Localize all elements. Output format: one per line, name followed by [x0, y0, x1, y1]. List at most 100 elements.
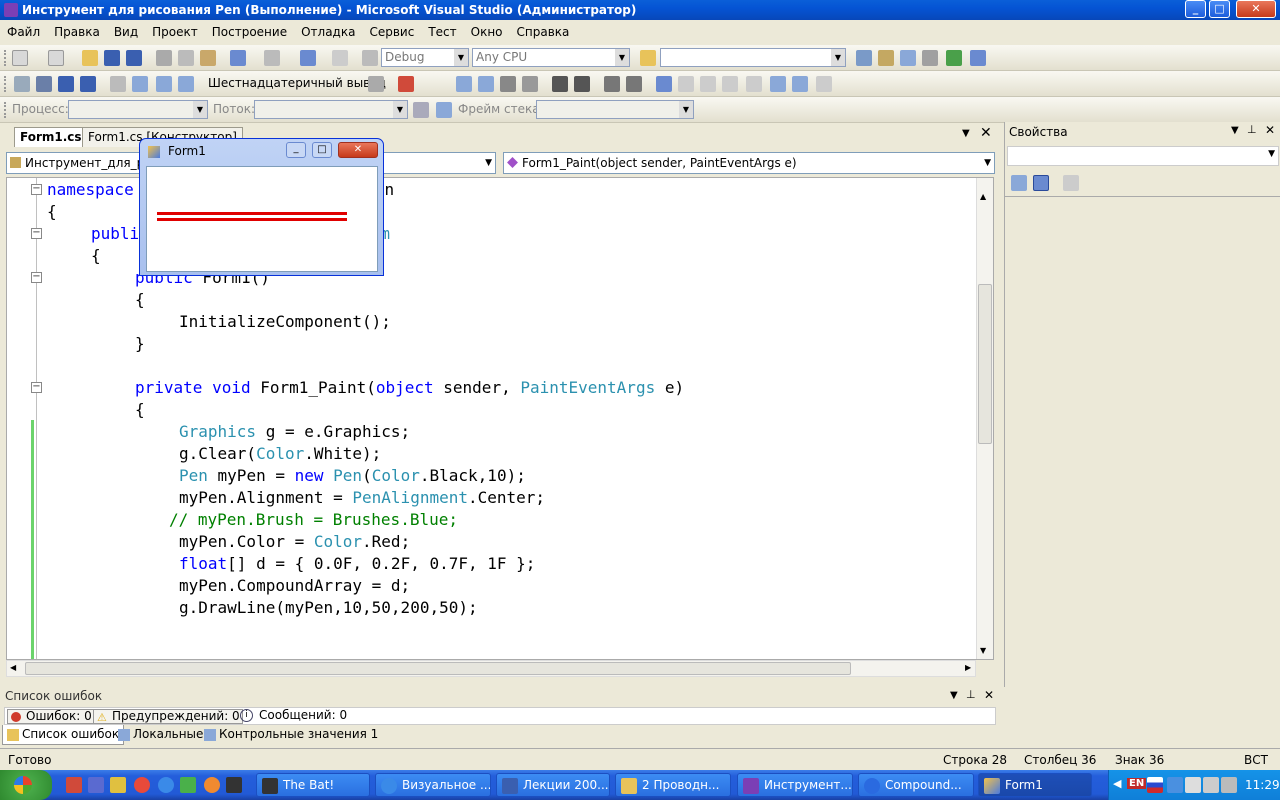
save-icon[interactable]	[104, 50, 120, 66]
prev-file-icon[interactable]	[770, 76, 786, 92]
step-into-icon[interactable]	[132, 76, 148, 92]
internet-explorer-icon[interactable]	[158, 777, 174, 793]
categorized-icon[interactable]	[1011, 175, 1027, 191]
chevron-down-icon[interactable]: ▼	[950, 690, 958, 701]
quicklaunch-icon-6[interactable]	[180, 777, 196, 793]
close-icon[interactable]: ✕	[984, 688, 994, 702]
quicklaunch-icon-4[interactable]	[134, 777, 150, 793]
errors-filter-button[interactable]: Ошибок: 0	[7, 709, 95, 724]
quicklaunch-icon-2[interactable]	[88, 777, 104, 793]
navigate-backward-icon[interactable]	[300, 50, 316, 66]
quicklaunch-icon-8[interactable]	[226, 777, 242, 793]
open-icon[interactable]	[82, 50, 98, 66]
toolbar-grip[interactable]	[4, 50, 7, 66]
taskbar-item-the-bat[interactable]: The Bat!	[256, 773, 370, 797]
tray-expand-icon[interactable]: ◀	[1113, 777, 1121, 790]
pin-icon[interactable]: ⊥	[966, 688, 976, 701]
form-maximize-button[interactable]: □	[312, 142, 332, 158]
taskbar-item-compound[interactable]: Compound...	[858, 773, 974, 797]
prev-bookmark-icon[interactable]	[678, 76, 694, 92]
property-pages-icon[interactable]	[1063, 175, 1079, 191]
quicklaunch-icon-1[interactable]	[66, 777, 82, 793]
clock[interactable]: 11:29	[1245, 778, 1280, 792]
flag-icon[interactable]	[436, 102, 452, 118]
toolbar-grip[interactable]	[4, 76, 7, 92]
close-button[interactable]: ✕	[1236, 0, 1276, 18]
restart-icon[interactable]	[80, 76, 96, 92]
menu-help[interactable]: Справка	[510, 21, 577, 43]
navigate-forward-icon[interactable]	[332, 50, 348, 66]
pin-icon[interactable]: ⊥	[1247, 123, 1257, 136]
find-in-files-icon[interactable]	[640, 50, 656, 66]
collapse-icon[interactable]: −	[31, 272, 42, 283]
horizontal-scrollbar[interactable]: ◀ ▶	[6, 660, 976, 677]
taskbar-item-lectures[interactable]: Лекции 200...	[496, 773, 610, 797]
close-tab-icon[interactable]: ✕	[980, 125, 992, 141]
layout-icon[interactable]	[478, 76, 494, 92]
next-file-icon[interactable]	[792, 76, 808, 92]
hex-option-icon[interactable]	[368, 76, 384, 92]
start-page-icon[interactable]	[946, 50, 962, 66]
process-dropdown[interactable]: ▼	[68, 100, 208, 119]
form1-window[interactable]: Form1 _ □ ✕	[139, 138, 384, 276]
menu-window[interactable]: Окно	[464, 21, 510, 43]
clear-bookmarks-icon[interactable]	[746, 76, 762, 92]
menu-view[interactable]: Вид	[107, 21, 145, 43]
language-indicator[interactable]: EN	[1127, 778, 1147, 789]
copy-icon[interactable]	[178, 50, 194, 66]
menu-project[interactable]: Проект	[145, 21, 205, 43]
breakpoints-icon[interactable]	[398, 76, 414, 92]
taskbar-item-explorer[interactable]: 2 Проводн...	[615, 773, 731, 797]
cursor-icon[interactable]	[500, 76, 516, 92]
quicklaunch-icon-7[interactable]	[204, 777, 220, 793]
menu-edit[interactable]: Правка	[47, 21, 107, 43]
solution-explorer-icon[interactable]	[878, 50, 894, 66]
menu-file[interactable]: Файл	[0, 21, 47, 43]
show-next-statement-icon[interactable]	[110, 76, 126, 92]
next-bookmark-folder-icon[interactable]	[722, 76, 738, 92]
maximize-button[interactable]: □	[1209, 0, 1230, 18]
menu-tools[interactable]: Сервис	[362, 21, 421, 43]
toolbar-grip[interactable]	[4, 102, 7, 118]
undo-icon[interactable]	[230, 50, 246, 66]
uncomment-icon[interactable]	[626, 76, 642, 92]
font-size-icon[interactable]	[522, 76, 538, 92]
minimize-button[interactable]: _	[1185, 0, 1206, 18]
messages-filter-button[interactable]: i Сообщений: 0	[237, 709, 347, 724]
start-button[interactable]	[0, 770, 52, 800]
tab-form1-cs[interactable]: Form1.cs	[14, 127, 88, 147]
vertical-scrollbar[interactable]: ▲ ▼	[976, 178, 993, 659]
vertical-scroll-thumb[interactable]	[978, 284, 992, 444]
horizontal-scroll-thumb[interactable]	[25, 662, 851, 675]
outdent-icon[interactable]	[574, 76, 590, 92]
text-format-icon[interactable]	[456, 76, 472, 92]
menu-build[interactable]: Построение	[205, 21, 294, 43]
save-all-icon[interactable]	[126, 50, 142, 66]
speaker-icon[interactable]	[1221, 777, 1237, 793]
paste-icon[interactable]	[200, 50, 216, 66]
platform-dropdown[interactable]: Any CPU ▼	[472, 48, 630, 67]
taskbar-item-visual-studio[interactable]: Инструмент...	[737, 773, 853, 797]
stack-frame-dropdown[interactable]: ▼	[536, 100, 694, 119]
tab-list-icon[interactable]: ▼	[962, 128, 970, 139]
russian-flag-icon[interactable]	[1147, 777, 1163, 793]
menu-debug[interactable]: Отладка	[294, 21, 362, 43]
collapse-icon[interactable]: −	[31, 184, 42, 195]
bookmark-icon[interactable]	[656, 76, 672, 92]
taskbar-item-visual[interactable]: Визуальное ...	[375, 773, 491, 797]
configuration-dropdown[interactable]: Debug ▼	[381, 48, 469, 67]
filter-icon[interactable]	[413, 102, 429, 118]
redo-icon[interactable]	[264, 50, 280, 66]
volume-icon[interactable]	[1203, 777, 1219, 793]
tab-watch-1[interactable]: Контрольные значения 1	[200, 725, 382, 745]
extra-icon[interactable]	[816, 76, 832, 92]
scroll-left-icon[interactable]: ◀	[10, 663, 16, 672]
taskbar-item-form1[interactable]: Form1	[978, 773, 1092, 797]
find-dropdown[interactable]: ▼	[660, 48, 846, 67]
step-out-icon[interactable]	[178, 76, 194, 92]
thread-dropdown[interactable]: ▼	[254, 100, 408, 119]
member-dropdown[interactable]: Form1_Paint(object sender, PaintEventArg…	[503, 152, 995, 174]
step-over-icon[interactable]	[156, 76, 172, 92]
cut-icon[interactable]	[156, 50, 172, 66]
stop-debugging-icon[interactable]	[58, 76, 74, 92]
